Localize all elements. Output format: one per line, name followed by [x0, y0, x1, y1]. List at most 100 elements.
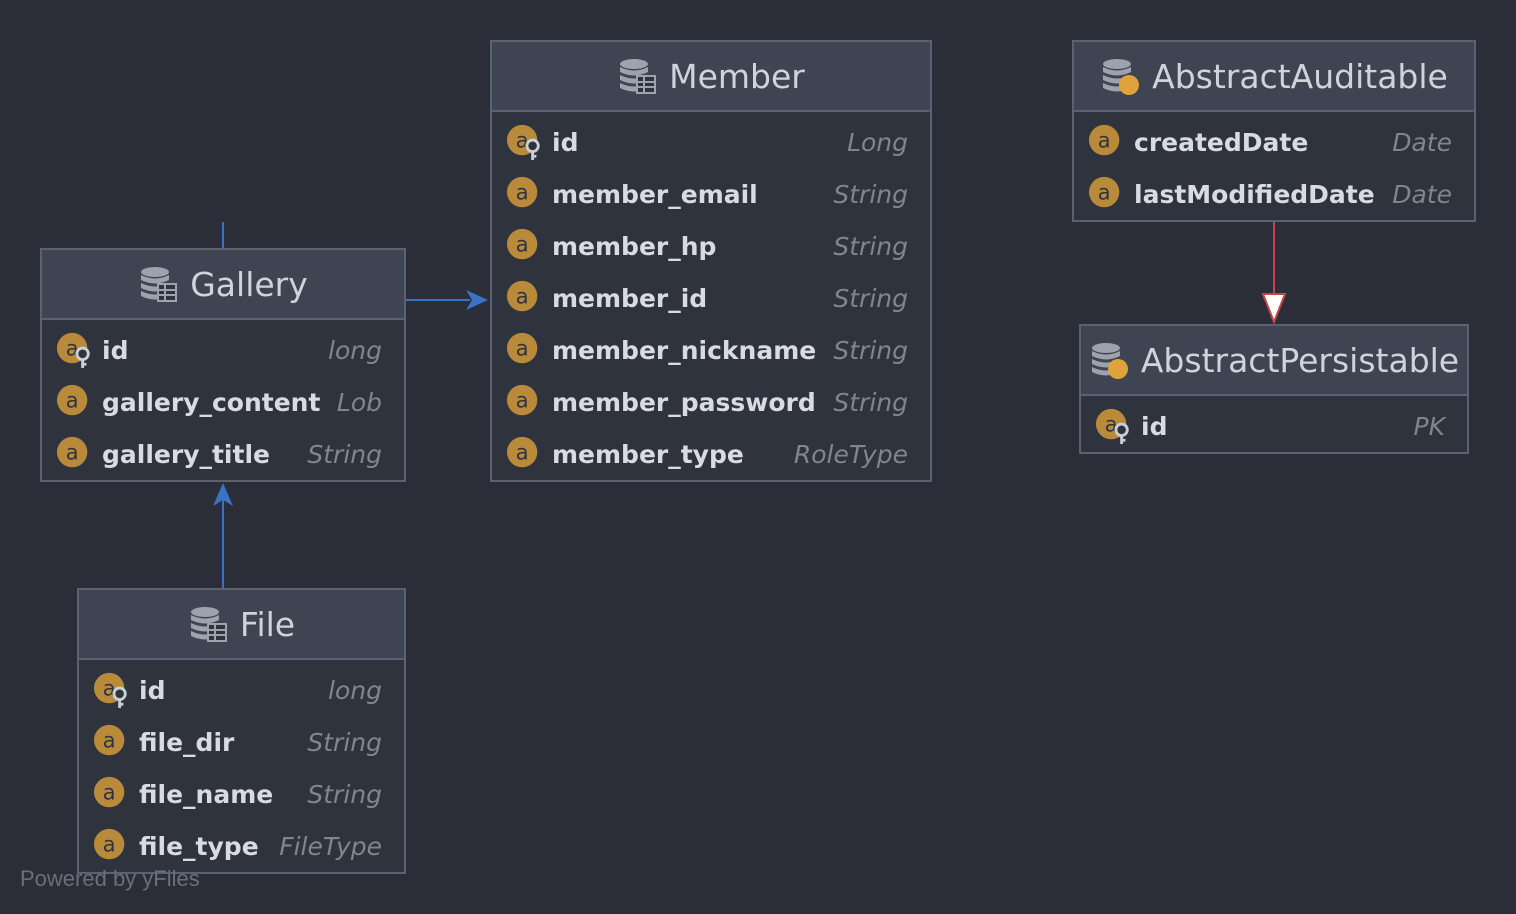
attribute-icon: a	[93, 826, 131, 866]
field-name: file_type	[139, 831, 259, 861]
field-row[interactable]: a member_type RoleType	[492, 428, 930, 480]
primary-key-attribute-icon: a	[93, 670, 131, 710]
field-row[interactable]: a createdDate Date	[1074, 116, 1474, 168]
field-type: String	[833, 231, 908, 261]
svg-text:a: a	[516, 337, 529, 361]
entity-header: AbstractPersistable	[1081, 326, 1467, 396]
field-type: Long	[847, 127, 908, 157]
field-row[interactable]: a id long	[42, 324, 404, 376]
entity-header: Gallery	[42, 250, 404, 320]
field-row[interactable]: a file_type FileType	[79, 820, 404, 872]
field-name: lastModifiedDate	[1134, 179, 1375, 209]
attribute-icon: a	[506, 434, 544, 474]
attribute-icon: a	[506, 330, 544, 370]
field-type: String	[833, 387, 908, 417]
field-name: id	[102, 335, 129, 365]
field-row[interactable]: a member_email String	[492, 168, 930, 220]
svg-text:a: a	[66, 441, 79, 465]
entity-gallery[interactable]: Gallery a id long a gallery_content Lob a galle…	[40, 248, 406, 482]
field-type: String	[307, 727, 382, 757]
field-type: String	[307, 439, 382, 469]
attribute-icon: a	[93, 722, 131, 762]
gallery-member-arrowhead	[466, 290, 488, 310]
entity-title: File	[239, 604, 296, 644]
svg-text:a: a	[516, 233, 529, 257]
attribute-icon: a	[56, 434, 94, 474]
field-name: member_nickname	[552, 335, 817, 365]
entity-member[interactable]: Member a id Long a member_email String a member…	[490, 40, 932, 482]
attribute-icon: a	[56, 382, 94, 422]
field-row[interactable]: a id long	[79, 664, 404, 716]
field-type: String	[307, 779, 382, 809]
entity-header: Member	[492, 42, 930, 112]
field-row[interactable]: a file_name String	[79, 768, 404, 820]
table-icon	[138, 264, 178, 304]
attribute-icon: a	[506, 174, 544, 214]
attribute-icon: a	[506, 226, 544, 266]
attribute-icon: a	[93, 774, 131, 814]
field-row[interactable]: a member_id String	[492, 272, 930, 324]
field-type: PK	[1413, 411, 1445, 441]
entity-file[interactable]: File a id long a file_dir String a file_name Str…	[77, 588, 406, 874]
field-type: FileType	[279, 831, 382, 861]
field-name: id	[552, 127, 579, 157]
powered-by-label: Powered by yFiles	[20, 866, 200, 891]
file-gallery-arrowhead	[213, 483, 233, 506]
mapped-superclass-icon	[1089, 340, 1129, 380]
entity-abstract-persistable[interactable]: AbstractPersistable a id PK	[1079, 324, 1469, 454]
attribute-icon: a	[506, 278, 544, 318]
field-name: member_hp	[552, 231, 717, 261]
field-row[interactable]: a id Long	[492, 116, 930, 168]
field-name: member_email	[552, 179, 758, 209]
field-row[interactable]: a gallery_content Lob	[42, 376, 404, 428]
entity-abstract-auditable[interactable]: AbstractAuditable a createdDate Date a lastM…	[1072, 40, 1476, 222]
svg-text:a: a	[103, 833, 116, 857]
entity-header: File	[79, 590, 404, 660]
svg-text:a: a	[1098, 129, 1111, 153]
field-type: long	[328, 335, 382, 365]
svg-text:a: a	[516, 181, 529, 205]
field-type: RoleType	[793, 439, 908, 469]
svg-text:a: a	[66, 389, 79, 413]
field-name: file_dir	[139, 727, 235, 757]
svg-text:a: a	[1098, 181, 1111, 205]
field-name: member_password	[552, 387, 816, 417]
field-name: member_id	[552, 283, 708, 313]
svg-text:a: a	[103, 781, 116, 805]
primary-key-attribute-icon: a	[56, 330, 94, 370]
field-name: member_type	[552, 439, 744, 469]
field-name: id	[139, 675, 166, 705]
field-name: id	[1141, 411, 1168, 441]
field-name: gallery_title	[102, 439, 270, 469]
inheritance-arrowhead	[1261, 293, 1287, 325]
field-row[interactable]: a member_nickname String	[492, 324, 930, 376]
field-row[interactable]: a gallery_title String	[42, 428, 404, 480]
field-row[interactable]: a lastModifiedDate Date	[1074, 168, 1474, 220]
attribute-icon: a	[1088, 122, 1126, 162]
entity-title: AbstractPersistable	[1140, 340, 1460, 380]
entity-title: AbstractAuditable	[1152, 56, 1448, 96]
attribute-icon: a	[1088, 174, 1126, 214]
mapped-superclass-icon	[1100, 56, 1140, 96]
field-type: Lob	[336, 387, 382, 417]
svg-text:a: a	[103, 729, 116, 753]
attribute-icon: a	[506, 382, 544, 422]
field-name: gallery_content	[102, 387, 321, 417]
svg-text:a: a	[516, 285, 529, 309]
field-type: long	[328, 675, 382, 705]
field-row[interactable]: a member_hp String	[492, 220, 930, 272]
field-type: String	[833, 179, 908, 209]
table-icon	[188, 604, 228, 644]
entity-header: AbstractAuditable	[1074, 42, 1474, 112]
field-type: Date	[1392, 127, 1452, 157]
field-type: String	[833, 283, 908, 313]
entity-title: Member	[669, 56, 805, 96]
field-row[interactable]: a member_password String	[492, 376, 930, 428]
field-type: Date	[1392, 179, 1452, 209]
field-row[interactable]: a id PK	[1081, 400, 1467, 452]
entity-title: Gallery	[190, 264, 308, 304]
table-icon	[617, 56, 657, 96]
field-name: createdDate	[1134, 127, 1309, 157]
field-name: file_name	[139, 779, 274, 809]
field-row[interactable]: a file_dir String	[79, 716, 404, 768]
